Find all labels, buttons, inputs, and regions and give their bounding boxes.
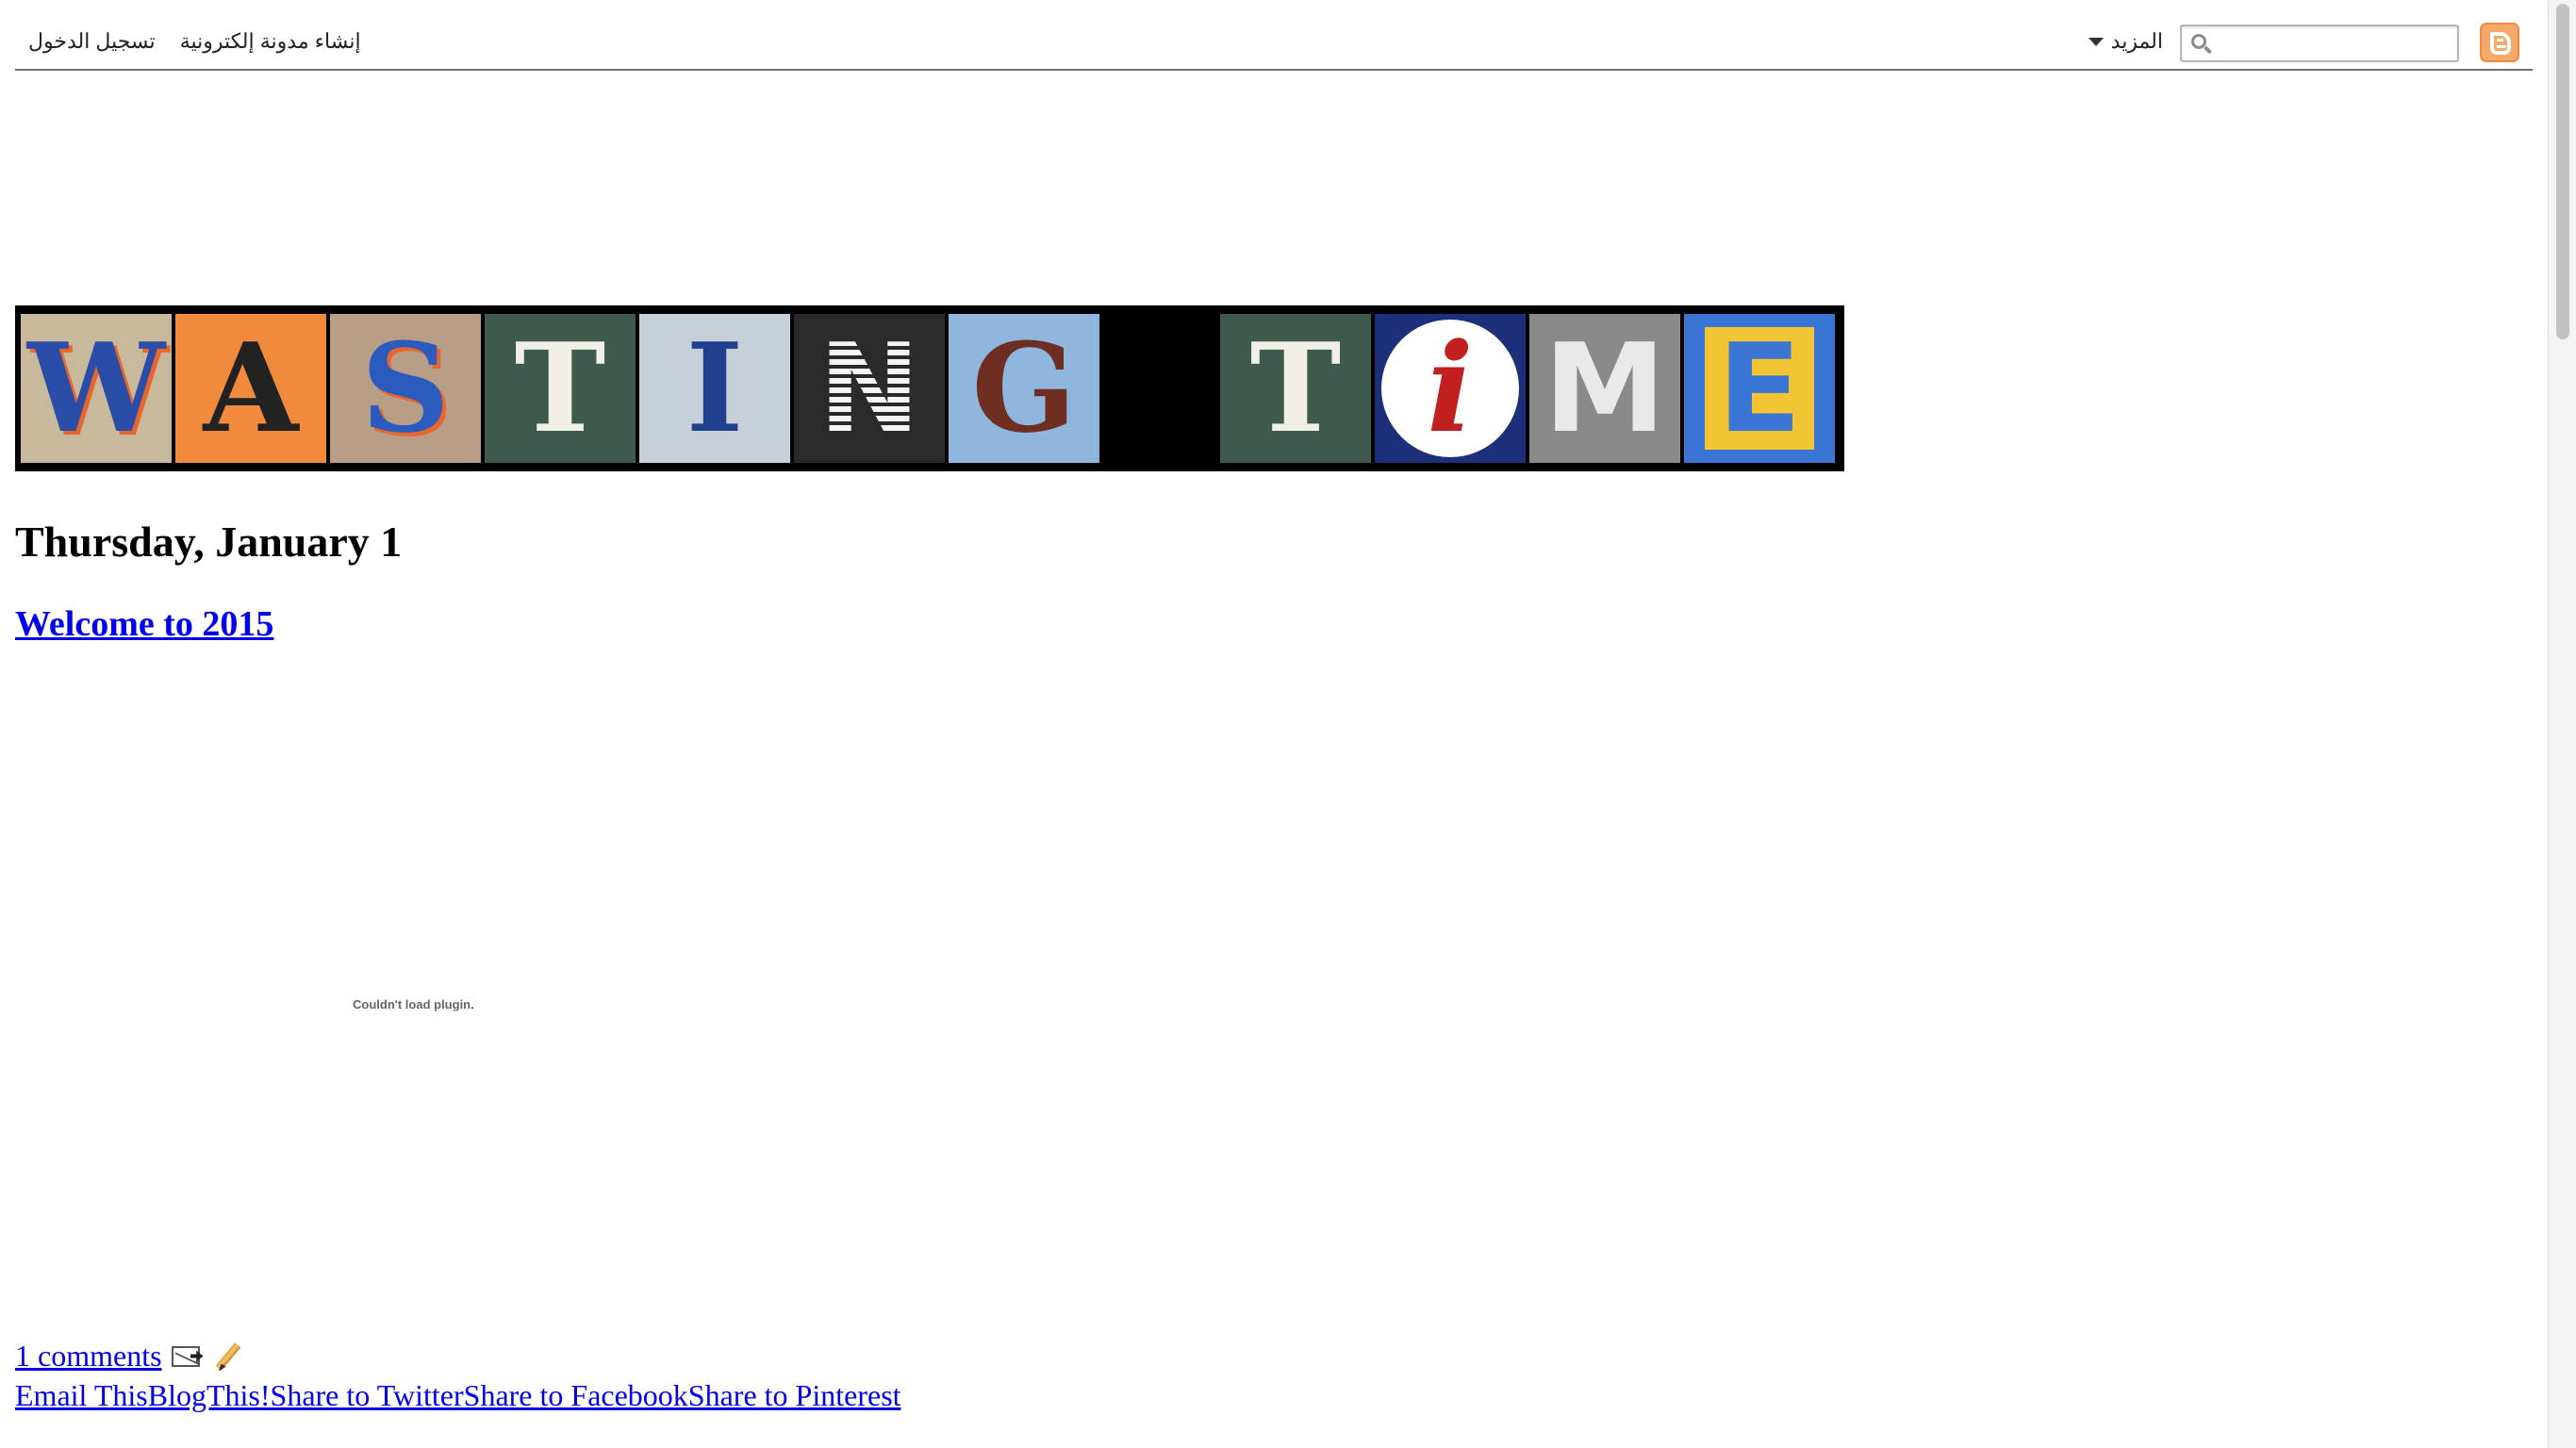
sign-in-link[interactable]: تسجيل الدخول [28, 29, 156, 54]
plugin-error-message: Couldn't load plugin. [353, 997, 474, 1012]
banner-letter-tile: i [1375, 314, 1526, 463]
blog-header-banner[interactable]: WASTINGTiME [15, 305, 1844, 471]
banner-letter-tile: A [175, 314, 326, 463]
search-input[interactable] [2216, 30, 2452, 57]
banner-letter-tile: T [1220, 314, 1371, 463]
create-blog-link[interactable]: إنشاء مدونة إلكترونية [180, 29, 361, 54]
share-buttons: Email This BlogThis! Share to Twitter Sh… [15, 1378, 901, 1413]
share-facebook-link[interactable]: Share to Facebook [464, 1378, 688, 1413]
banner-letter: S [361, 316, 450, 460]
banner-letter: T [1249, 316, 1342, 460]
date-header: Thursday, January 1 [15, 518, 403, 566]
banner-letter-tile: N [794, 314, 945, 463]
banner-letter-tile: W [21, 314, 172, 463]
share-twitter-link[interactable]: Share to Twitter [271, 1378, 464, 1413]
scrollbar-thumb[interactable] [2556, 4, 2569, 339]
banner-letter-tile: S [330, 314, 481, 463]
banner-letter: T [514, 316, 606, 460]
blog-search-box[interactable] [2180, 25, 2459, 62]
banner-letter-tile: E [1684, 314, 1835, 463]
email-post-icon[interactable] [171, 1344, 207, 1369]
banner-letter: I [685, 316, 744, 460]
edit-post-icon[interactable] [215, 1340, 249, 1374]
banner-letter-tile: M [1529, 314, 1680, 463]
share-pinterest-link[interactable]: Share to Pinterest [688, 1378, 901, 1413]
banner-letter: E [1704, 327, 1815, 450]
chevron-down-icon [2088, 37, 2104, 46]
blogger-logo-icon[interactable] [2480, 23, 2519, 62]
banner-letter: W [27, 316, 165, 460]
post-title-link[interactable]: Welcome to 2015 [15, 603, 273, 645]
share-blogthis-link[interactable]: BlogThis! [148, 1378, 271, 1413]
comments-link[interactable]: 1 comments [15, 1339, 162, 1374]
post-footer: 1 comments [15, 1339, 249, 1374]
more-menu-label: المزيد [2110, 29, 2163, 53]
search-icon[interactable] [2191, 34, 2214, 57]
banner-spacer [1103, 314, 1216, 463]
banner-letter-tile: G [949, 314, 1099, 463]
share-email-link[interactable]: Email This [15, 1378, 148, 1413]
more-menu-button[interactable]: المزيد [2088, 25, 2163, 58]
blogger-navbar: المزيد تسجيل الدخول إنشاء مدونة إلكتروني… [15, 0, 2533, 71]
banner-letter: G [971, 316, 1077, 460]
vertical-scrollbar[interactable] [2548, 0, 2576, 1448]
navbar-links: تسجيل الدخول إنشاء مدونة إلكترونية [28, 25, 361, 58]
banner-letter: A [203, 316, 299, 460]
embedded-plugin[interactable]: Couldn't load plugin. [15, 660, 817, 1348]
banner-letter-tile: T [485, 314, 636, 463]
banner-letter: N [817, 317, 921, 460]
banner-letter: M [1544, 317, 1666, 460]
banner-letter: i [1427, 316, 1474, 460]
banner-letter-tile: I [639, 314, 790, 463]
